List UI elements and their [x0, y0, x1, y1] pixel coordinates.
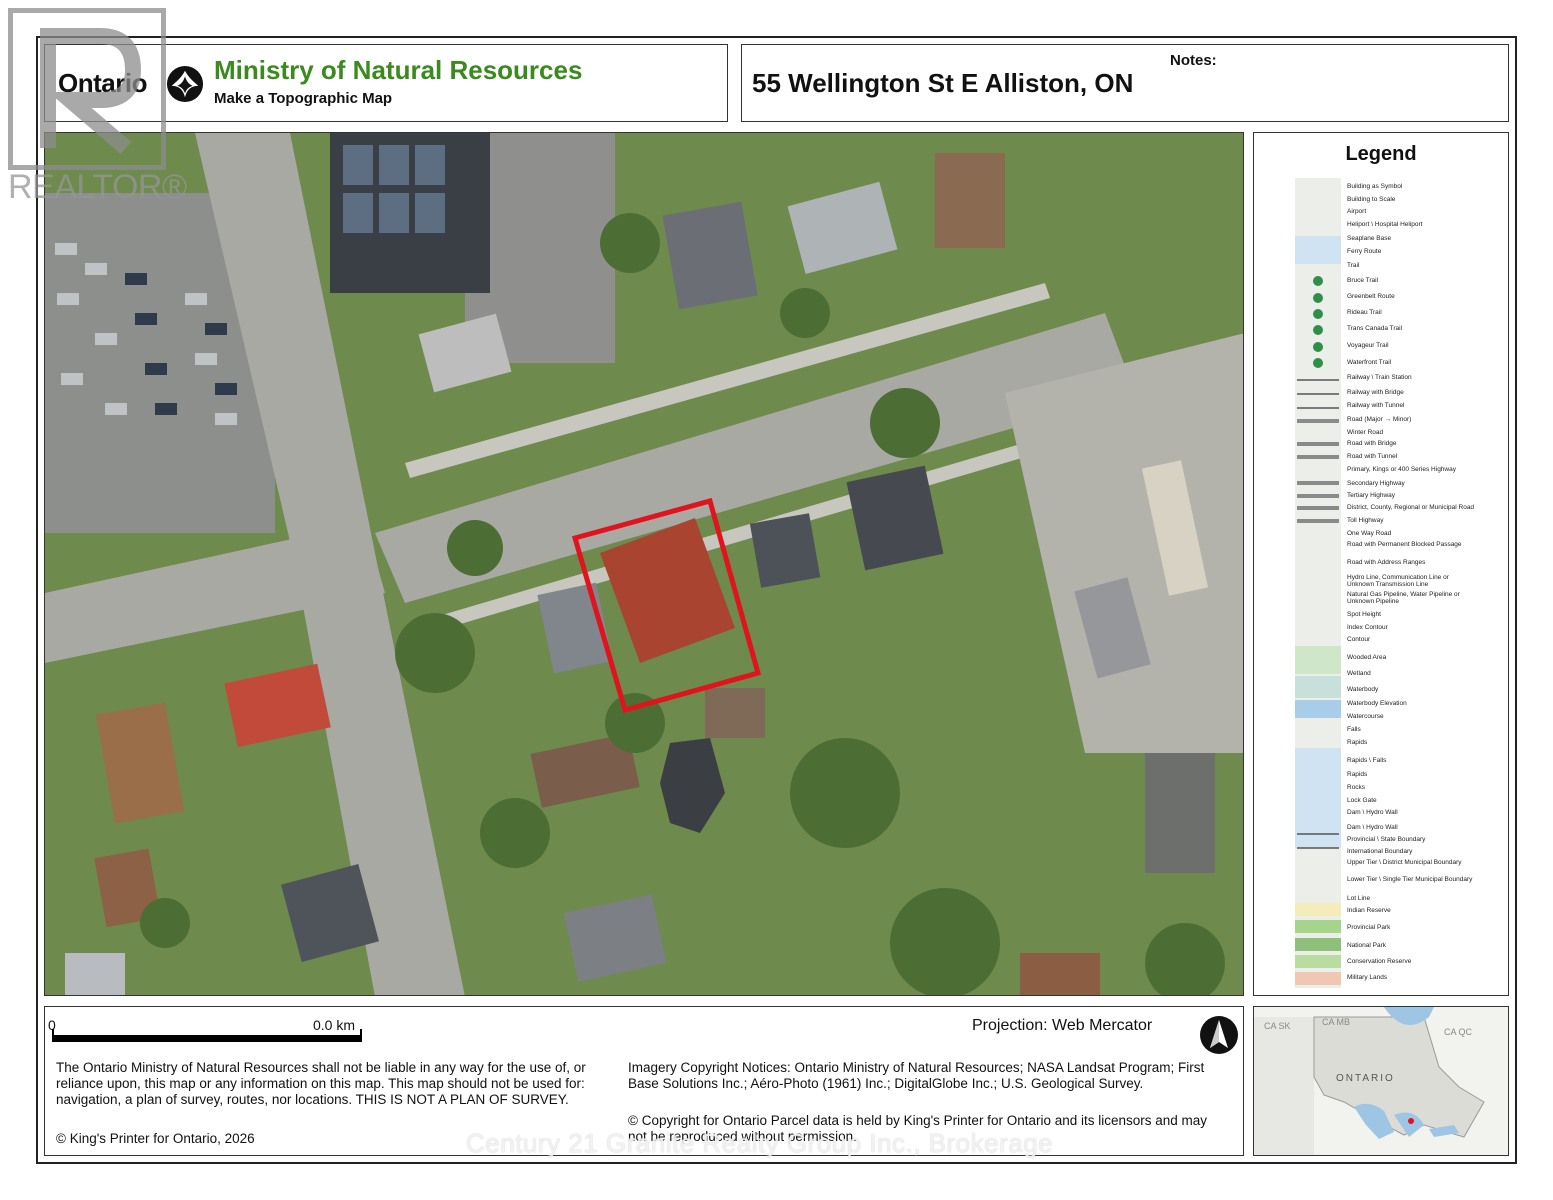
legend-item: Falls: [1347, 726, 1361, 733]
legend-item: Building to Scale: [1347, 196, 1396, 203]
legend-item: Rideau Trail: [1347, 309, 1382, 316]
legend-item: Upper Tier \ District Municipal Boundary: [1347, 859, 1462, 866]
aerial-imagery: [45, 133, 1243, 995]
legend-item: Toll Highway: [1347, 517, 1384, 524]
legend-item: Waterbody Elevation: [1347, 700, 1407, 707]
liability-disclaimer: The Ontario Ministry of Natural Resource…: [56, 1060, 586, 1107]
legend-item: Lot Line: [1347, 895, 1371, 902]
legend-item: Contour: [1347, 636, 1371, 643]
map-subtitle: Make a Topographic Map: [214, 90, 393, 107]
legend-item: Waterbody: [1347, 686, 1379, 693]
legend-item: Trail: [1347, 262, 1360, 269]
legend-item: Railway with Bridge: [1347, 389, 1404, 396]
legend-item: Military Lands: [1347, 974, 1388, 981]
legend-item: Railway \ Train Station: [1347, 374, 1412, 381]
trillium-logo-icon: [166, 65, 204, 103]
legend-item: Rocks: [1347, 784, 1366, 791]
legend-item: Hydro Line, Communication Line or Unknow…: [1347, 574, 1449, 588]
legend-item: Heliport \ Hospital Heliport: [1347, 221, 1423, 228]
legend-item: Road (Major → Minor): [1347, 416, 1412, 423]
legend-item: Rapids \ Falls: [1347, 757, 1387, 764]
legend-item: One Way Road: [1347, 530, 1392, 537]
legend-item: District, County, Regional or Municipal …: [1347, 504, 1475, 511]
legend-item: Lower Tier \ Single Tier Municipal Bound…: [1347, 876, 1473, 883]
legend-item: Building as Symbol: [1347, 183, 1403, 190]
legend-item: Airport: [1347, 208, 1367, 215]
legend-item: Waterfront Trail: [1347, 359, 1392, 366]
north-arrow-icon: [1200, 1016, 1238, 1054]
legend-item: Primary, Kings or 400 Series Highway: [1347, 466, 1456, 473]
legend-item: International Boundary: [1347, 848, 1413, 855]
legend-item: Natural Gas Pipeline, Water Pipeline or …: [1347, 591, 1460, 605]
legend-symbols: [1295, 178, 1341, 988]
legend-item: Index Contour: [1347, 624, 1388, 631]
legend-item: Indian Reserve: [1347, 907, 1391, 914]
legend-item: Tertiary Highway: [1347, 492, 1396, 499]
kings-printer-copyright: © King's Printer for Ontario, 2026: [56, 1131, 255, 1146]
scale-bar: [52, 1029, 362, 1042]
legend-item: Lock Gate: [1347, 797, 1377, 804]
scale-end-label: 0.0 km: [313, 1017, 356, 1033]
projection-label: Projection: Web Mercator: [972, 1017, 1153, 1034]
imagery-copyright-notice: Imagery Copyright Notices: Ontario Minis…: [628, 1060, 1205, 1091]
realtor-logo-icon: [8, 8, 166, 170]
legend-item: Seaplane Base: [1347, 235, 1392, 242]
inset-map-graphic: CA SK CA MB CA QC ONTARIO: [1254, 1007, 1508, 1155]
notes-label: Notes:: [1170, 52, 1217, 69]
legend-item: Winter Road: [1347, 429, 1384, 436]
inset-label-ontario: ONTARIO: [1336, 1073, 1395, 1084]
legend-item: Road with Permanent Blocked Passage: [1347, 541, 1462, 548]
realtor-watermark: REALTOR®: [8, 168, 187, 206]
property-address: 55 Wellington St E Alliston, ON: [752, 68, 1134, 98]
aerial-map[interactable]: [44, 132, 1244, 996]
legend-item: Conservation Reserve: [1347, 958, 1412, 965]
legend-item: Trans Canada Trail: [1347, 325, 1403, 332]
legend-item: Secondary Highway: [1347, 480, 1405, 487]
legend-item: Provincial Park: [1347, 924, 1391, 931]
legend-item: Road with Tunnel: [1347, 453, 1398, 460]
legend-item: Road with Address Ranges: [1347, 559, 1426, 566]
inset-label-mb: CA MB: [1322, 1017, 1350, 1027]
brokerage-watermark: Century 21 Granite Realty Group Inc., Br…: [466, 1128, 1054, 1158]
legend-title: Legend: [1345, 143, 1417, 165]
inset-locator-map: CA SK CA MB CA QC ONTARIO: [1253, 1006, 1509, 1156]
ministry-title: Ministry of Natural Resources: [214, 55, 583, 85]
legend-item: Bruce Trail: [1347, 277, 1379, 284]
inset-label-sk: CA SK: [1264, 1021, 1291, 1031]
legend-item: Wetland: [1347, 670, 1371, 677]
legend-item: Greenbelt Route: [1347, 293, 1395, 300]
legend-item: Railway with Tunnel: [1347, 402, 1405, 409]
legend-item: Spot Height: [1347, 611, 1381, 618]
inset-label-qc: CA QC: [1444, 1027, 1473, 1037]
legend-item: Rapids: [1347, 771, 1368, 778]
legend-item: Ferry Route: [1347, 248, 1382, 255]
legend-item: Provincial \ State Boundary: [1347, 836, 1426, 843]
legend-item: Dam \ Hydro Wall: [1347, 824, 1398, 831]
legend-item: Wooded Area: [1347, 654, 1387, 661]
legend-item: Voyageur Trail: [1347, 342, 1389, 349]
legend-item: Rapids: [1347, 739, 1368, 746]
legend-item: National Park: [1347, 942, 1387, 949]
legend-item: Watercourse: [1347, 713, 1384, 720]
legend-item: Dam \ Hydro Wall: [1347, 809, 1398, 816]
legend-item: Road with Bridge: [1347, 440, 1397, 447]
